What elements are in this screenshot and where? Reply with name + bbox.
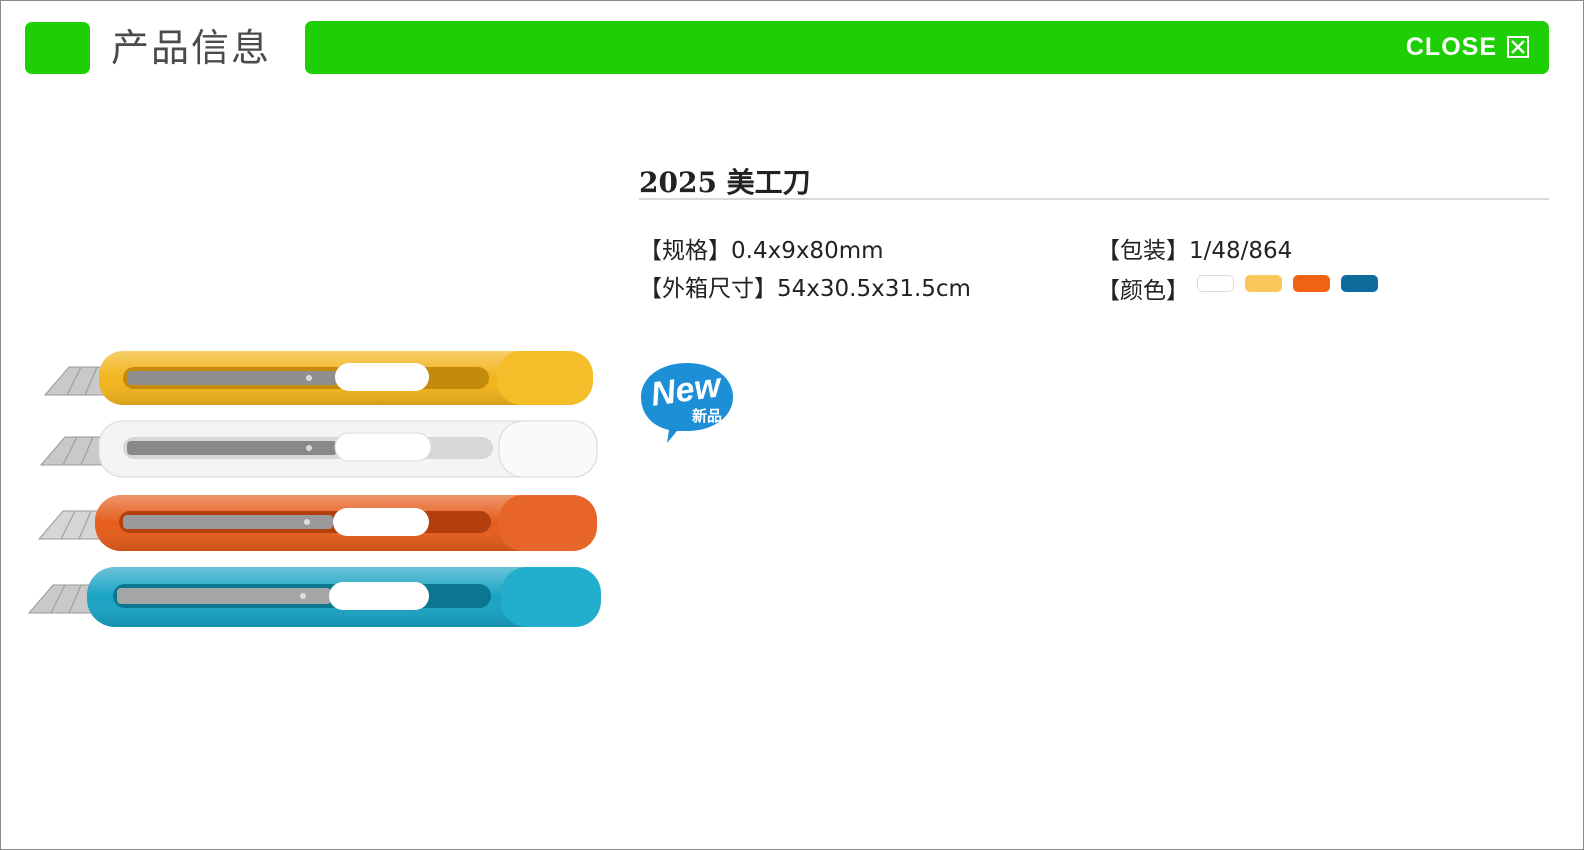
header-accent-block [25,22,90,74]
color-label: 【颜色】 [1097,278,1189,304]
new-badge-icon: New 新品 [641,363,733,443]
knife-orange [37,495,597,551]
spec-value: 0.4x9x80mm [731,238,884,264]
close-button[interactable]: CLOSE [1406,32,1529,62]
product-image [27,351,601,627]
pack-value: 1/48/864 [1189,238,1293,264]
badge-subtext: 新品 [692,407,722,425]
carton-label: 【外箱尺寸】 [639,276,777,302]
product-title: 2025 美工刀 [639,166,811,199]
knife-white [39,420,598,478]
spec-row: 【规格】0.4x9x80mm [639,231,884,265]
carton-value: 54x30.5x31.5cm [777,276,971,302]
color-swatch-yellow [1245,275,1282,292]
knife-blue [27,567,601,627]
pack-label: 【包装】 [1097,238,1189,264]
color-swatch-orange [1293,275,1330,292]
dialog: 产品信息 CLOSE 2025 美工刀 【规格】0.4x9x80mm 【外箱尺寸… [0,0,1584,850]
color-swatch-white [1197,275,1234,292]
close-icon[interactable] [1507,36,1529,58]
knife-yellow [43,351,593,405]
header-bar: CLOSE [305,21,1549,74]
color-swatches [1197,275,1378,292]
pack-row: 【包装】1/48/864 [1097,231,1292,265]
title-divider [639,198,1549,200]
spec-label: 【规格】 [639,238,731,264]
carton-row: 【外箱尺寸】54x30.5x31.5cm [639,269,971,303]
dialog-title: 产品信息 [111,26,272,70]
color-row: 【颜色】 [1097,271,1189,305]
color-swatch-blue [1341,275,1378,292]
close-label: CLOSE [1405,32,1497,61]
